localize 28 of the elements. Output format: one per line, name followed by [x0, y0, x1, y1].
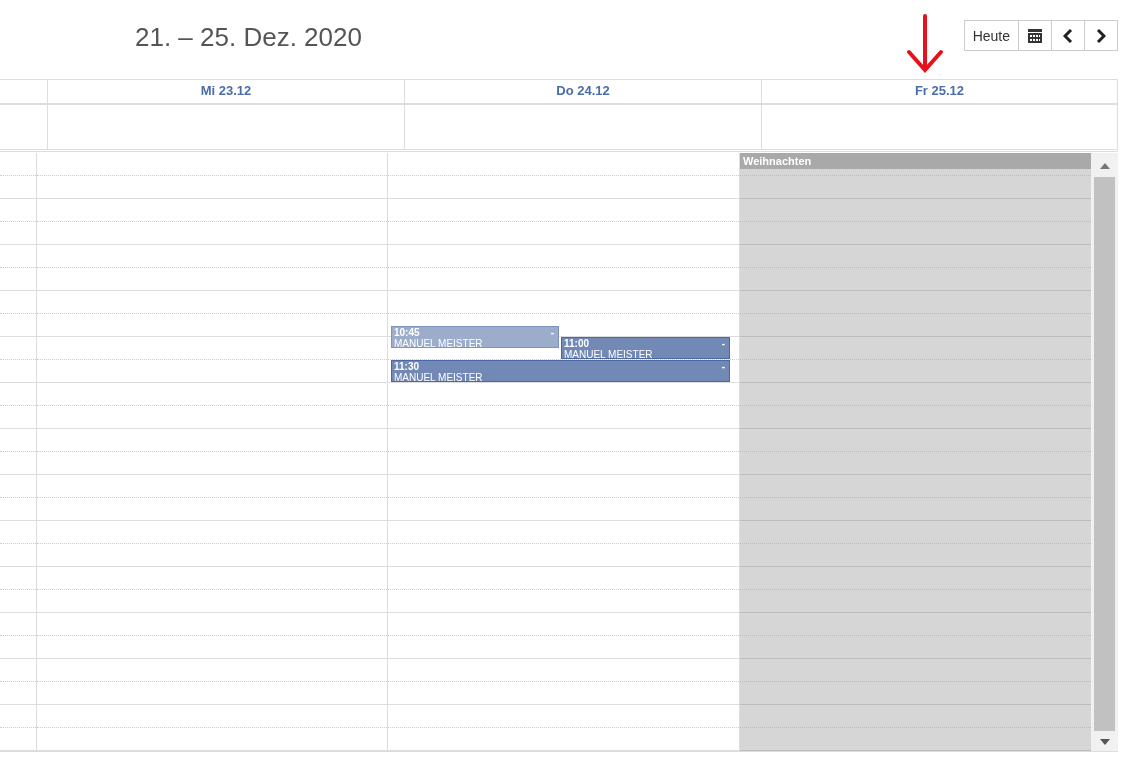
event-mark: - — [721, 361, 725, 372]
event-time: 11:00 — [564, 338, 590, 349]
event-time: 11:30 — [394, 361, 420, 372]
chevron-right-icon — [1096, 28, 1106, 43]
scrollbar[interactable] — [1091, 153, 1118, 751]
event-mark: - — [550, 326, 554, 338]
day-header[interactable]: Mi 23.12 — [47, 80, 404, 103]
scroll-up-icon — [1099, 163, 1110, 169]
event-title: MANUEL MEISTER — [564, 349, 653, 358]
arrow-annotation — [905, 14, 945, 74]
scrollbar-thumb[interactable] — [1094, 177, 1115, 731]
event-title: MANUEL MEISTER — [394, 337, 483, 347]
next-button[interactable] — [1084, 20, 1118, 51]
event-mark: - — [721, 338, 725, 349]
previous-button[interactable] — [1051, 20, 1085, 51]
event-time: 10:45 — [394, 326, 420, 338]
day-header[interactable]: Do 24.12 — [404, 80, 761, 103]
calendar-icon — [1028, 28, 1042, 43]
calendar-button[interactable] — [1018, 20, 1052, 51]
today-button[interactable]: Heute — [963, 20, 1019, 51]
chevron-left-icon — [1063, 28, 1073, 43]
event-title: MANUEL MEISTER — [394, 372, 483, 381]
date-range-title: 21. – 25. Dez. 2020 — [135, 22, 362, 53]
holiday-label: Weihnachten — [740, 153, 1091, 169]
scroll-down-icon — [1099, 739, 1110, 745]
day-header[interactable]: Fr 25.12 — [761, 80, 1118, 103]
appointment[interactable]: 11:30 MANUEL MEISTER - — [391, 360, 730, 382]
appointment[interactable]: 11:00 MANUEL MEISTER - — [561, 337, 730, 359]
